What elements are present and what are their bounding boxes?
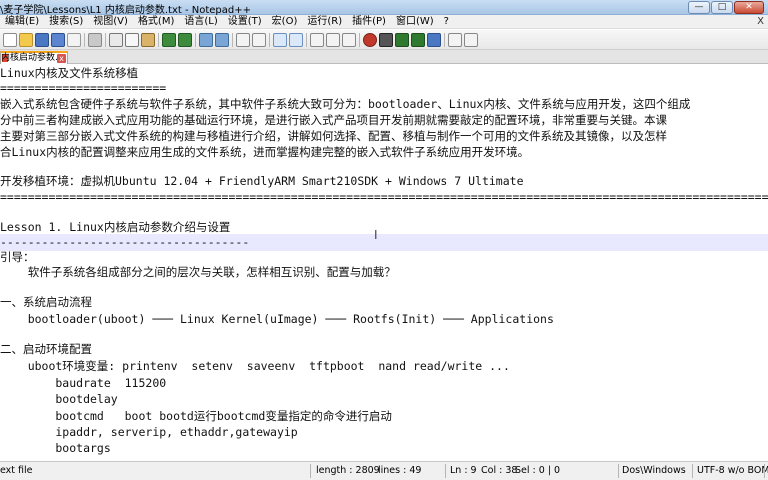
menu-macro[interactable]: 宏(O) [267,15,303,28]
status-file-type: ext file [0,465,33,476]
editor-line: baudrate 115200 [0,376,167,390]
copy-icon[interactable] [125,33,139,47]
editor-area[interactable]: Linux内核及文件系统移植 ======================== … [0,65,768,460]
editor-line: 合Linux内核的配置调整来应用生成的文件系统，进而掌握构建完整的嵌入式软件子系… [0,145,530,159]
play-icon[interactable] [395,33,409,47]
sync-h-icon[interactable] [289,33,303,47]
editor-line: 嵌入式系统包含硬件子系统与软件子系统，其中软件子系统大致可分为：bootload… [0,97,691,111]
replace-icon[interactable] [215,33,229,47]
zoom-out-icon[interactable] [252,33,266,47]
menu-plugins[interactable]: 插件(P) [347,15,391,28]
cut-icon[interactable] [109,33,123,47]
menu-format[interactable]: 格式(M) [133,15,179,28]
status-separator [445,464,446,478]
toolbar-separator [306,33,307,47]
toolbar-separator [269,33,270,47]
close-window-button[interactable]: ✕ [734,1,764,14]
mouse-text-cursor: I [374,228,378,242]
menu-window[interactable]: 窗口(W) [391,15,439,28]
tab-label: 内核启动参数.txt [1,53,59,63]
document-close-icon[interactable]: X [757,15,764,29]
editor-line: 一、系统启动流程 [0,295,92,309]
menu-run[interactable]: 运行(R) [302,15,347,28]
title-bar: \麦子学院\Lessons\L1 内核启动参数.txt - Notepad++ … [0,0,768,16]
print-icon[interactable] [88,33,102,47]
toolbar-separator [444,33,445,47]
status-separator [692,464,693,478]
wrap-icon[interactable] [310,33,324,47]
editor-line: 主要对第三部分嵌入式文件系统的构建与移植进行介绍，讲解如何选择、配置、移植与制作… [0,129,667,143]
status-eol: Dos\Windows [622,465,686,476]
window-controls: — □ ✕ [688,1,764,14]
toolbar-separator [84,33,85,47]
status-line-number: Ln : 9 [450,465,477,476]
menu-search[interactable]: 搜索(S) [44,15,88,28]
status-separator [310,464,311,478]
all-chars-icon[interactable] [326,33,340,47]
save-all-icon[interactable] [51,33,65,47]
open-icon[interactable] [19,33,33,47]
stop-icon[interactable] [379,33,393,47]
status-column: Col : 38 [481,465,518,476]
menu-edit[interactable]: 编辑(E) [0,15,44,28]
editor-line: bootargs [0,441,111,455]
play-multi-icon[interactable] [411,33,425,47]
status-separator [764,464,765,478]
redo-icon[interactable] [178,33,192,47]
toolbar-separator [158,33,159,47]
menu-help[interactable]: ? [439,15,454,28]
status-separator [618,464,619,478]
editor-line: ipaddr, serverip, ethaddr,gatewayip [0,425,298,439]
editor-line: bootdelay [0,392,118,406]
minimize-button[interactable]: — [688,1,710,14]
status-length: length : 2809 [316,465,380,476]
close-icon[interactable] [67,33,81,47]
status-encoding: UTF-8 w/o BOM [697,465,768,476]
toolbar-separator [359,33,360,47]
toolbar-separator [105,33,106,47]
menu-language[interactable]: 语言(L) [179,15,222,28]
sync-v-icon[interactable] [273,33,287,47]
record-icon[interactable] [363,33,377,47]
status-selection: Sel : 0 | 0 [515,465,561,476]
new-icon[interactable] [3,33,17,47]
editor-line: bootcmd boot bootd运行bootcmd变量指定的命令进行启动 [0,409,392,423]
editor-line: ======================== [0,81,167,95]
window-title: \麦子学院\Lessons\L1 内核启动参数.txt - Notepad++ [0,5,252,16]
undo-icon[interactable] [162,33,176,47]
editor-line: uboot环境变量: printenv setenv saveenv tftpb… [0,359,510,373]
status-lines: lines : 49 [378,465,422,476]
menu-settings[interactable]: 设置(T) [223,15,267,28]
spellcheck-icon[interactable] [448,33,462,47]
toolbar-separator [195,33,196,47]
editor-line: ========================================… [0,190,768,204]
tab-close-icon[interactable]: x [57,54,66,63]
indent-guide-icon[interactable] [342,33,356,47]
toolbar [0,30,768,50]
menu-view[interactable]: 视图(V) [88,15,133,28]
editor-line: bootloader(uboot) ─── Linux Kernel(uImag… [0,312,554,326]
menu-bar: 编辑(E) 搜索(S) 视图(V) 格式(M) 语言(L) 设置(T) 宏(O)… [0,15,768,29]
editor-line: 二、启动环境配置 [0,342,92,356]
editor-line: 开发移植环境：虚拟机Ubuntu 12.04 + FriendlyARM Sma… [0,174,524,188]
find-icon[interactable] [199,33,213,47]
tab-kernel-params[interactable]: 内核启动参数.txt x [0,51,68,64]
tab-bar: 内核启动参数.txt x [0,50,768,64]
editor-line: 分中前三者构建成嵌入式应用功能的基础运行环境，是进行嵌入式产品项目开发前期就需要… [0,113,667,127]
save-icon[interactable] [35,33,49,47]
toolbar-separator [232,33,233,47]
maximize-button[interactable]: □ [711,1,733,14]
zoom-in-icon[interactable] [236,33,250,47]
abc-icon[interactable] [464,33,478,47]
status-bar: ext file length : 2809 lines : 49 Ln : 9… [0,461,768,480]
paste-icon[interactable] [141,33,155,47]
save-macro-icon[interactable] [427,33,441,47]
